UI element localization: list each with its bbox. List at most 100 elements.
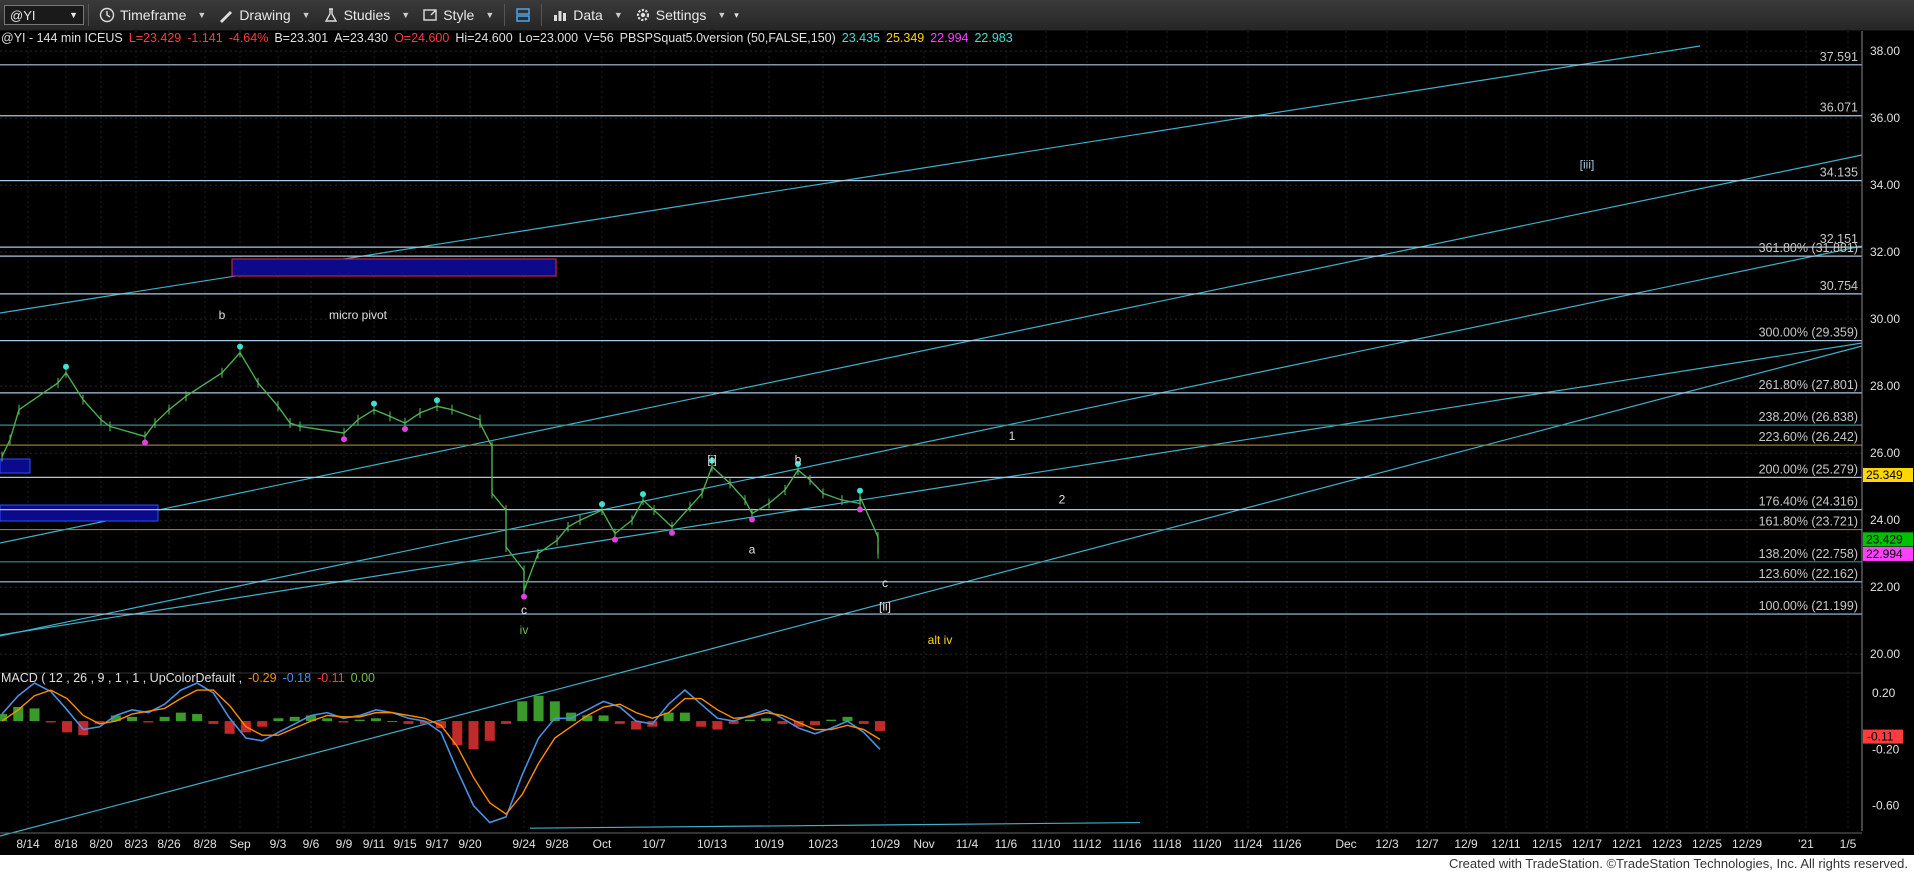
gear-icon [636, 8, 649, 22]
style-icon [423, 9, 437, 21]
studies-menu[interactable]: Studies ▼ [317, 0, 417, 30]
studies-label: Studies [343, 7, 391, 23]
header-segment: 23.435 [842, 31, 880, 45]
wave-label: b [219, 308, 226, 322]
drawing-label: Drawing [239, 7, 291, 23]
header-segment: V=56 [584, 31, 614, 45]
y-tick-label: 36.00 [1870, 111, 1900, 125]
wave-label: alt iv [928, 633, 953, 647]
y-tick-label: 30.00 [1870, 312, 1900, 326]
macd-line [1, 682, 881, 824]
settings-menu[interactable]: Settings ▼ [629, 0, 733, 30]
x-tick-label: 12/15 [1532, 837, 1562, 851]
price-axis[interactable]: 20.00 22.00 24.00 26.00 28.00 30.00 32.00 34.00… [1861, 31, 1913, 831]
signal-line [1, 689, 881, 816]
wave-label: [iii] [1580, 157, 1595, 171]
layout-button[interactable] [509, 0, 537, 30]
header-segment: 22.994 [930, 31, 968, 45]
header-segment: 22.983 [974, 31, 1012, 45]
wave-label: a [749, 543, 756, 557]
toolbar-divider [541, 4, 543, 26]
toolbar-divider [88, 4, 89, 26]
macd-header: MACD ( 12 , 26 , 9 , 1 , 1 , UpColorDefa… [1, 671, 375, 685]
macd-tick-label: -0.60 [1872, 799, 1900, 813]
chart-canvas[interactable]: 37.59136.07134.13532.151361.80% (31.881)… [0, 31, 1914, 855]
copyright-text: Created with TradeStation. ©TradeStation… [1448, 856, 1908, 871]
macd-histogram-bar [517, 701, 528, 722]
macd-histogram-bar [614, 721, 625, 724]
swing-low-dot [857, 506, 863, 513]
x-tick-label: 8/14 [16, 837, 40, 851]
x-tick-label: Oct [593, 837, 612, 851]
wave-label: micro pivot [329, 308, 388, 322]
wave-label: c [521, 603, 527, 617]
x-tick-label: 8/23 [124, 837, 148, 851]
x-tick-label: 12/21 [1612, 837, 1642, 851]
symbol-value: @YI [10, 7, 36, 23]
x-tick-label: '21 [1798, 837, 1814, 851]
timeframe-label: Timeframe [120, 7, 187, 23]
symbol-selector[interactable]: @YI ▼ [4, 5, 84, 25]
header-segment: O=24.600 [394, 31, 449, 45]
x-tick-label: Sep [229, 837, 251, 851]
x-tick-label: 12/9 [1454, 837, 1478, 851]
fib-levels: 37.59136.07134.13532.151361.80% (31.881)… [0, 50, 1862, 615]
macd-histogram-bar [45, 721, 56, 723]
fib-label: 223.60% (26.242) [1759, 430, 1858, 444]
data-label: Data [573, 7, 603, 23]
macd-header-segment: -0.29 [248, 671, 277, 685]
fib-label: 138.20% (22.758) [1759, 547, 1858, 561]
y-tick-label: 32.00 [1870, 245, 1900, 259]
drawing-menu[interactable]: Drawing ▼ [212, 0, 316, 30]
macd-histogram-bar [143, 721, 154, 723]
footer: Created with TradeStation. ©TradeStation… [0, 855, 1914, 873]
chevron-down-icon: ▼ [197, 10, 207, 20]
chevron-down-icon: ▼ [717, 10, 727, 20]
swing-low-dot [669, 529, 675, 536]
x-tick-label: 11/26 [1272, 837, 1301, 851]
style-menu[interactable]: Style ▼ [416, 0, 500, 30]
time-axis[interactable]: 8/14 8/18 8/20 8/23 8/26 8/28 Sep 9/3 9/6 9/9 9/11… [0, 832, 1862, 851]
macd-histogram-bar [809, 721, 820, 726]
timeframe-menu[interactable]: Timeframe ▼ [93, 0, 212, 30]
x-tick-label: 10/13 [697, 837, 727, 851]
macd-histogram-bar [289, 716, 300, 722]
chevron-down-icon: ▼ [613, 10, 623, 20]
toolbar-divider [504, 4, 506, 26]
price-tag-label: 22.994 [1866, 547, 1903, 561]
fib-label: 100.00% (21.199) [1759, 599, 1858, 613]
x-tick-label: 9/9 [336, 837, 353, 851]
data-menu[interactable]: Data ▼ [546, 0, 629, 30]
macd-header-segment: -0.18 [283, 671, 312, 685]
wave-label: b [795, 452, 802, 466]
x-tick-label: 11/12 [1072, 837, 1101, 851]
x-tick-label: Dec [1335, 837, 1356, 851]
x-tick-label: 11/18 [1152, 837, 1181, 851]
fib-label: 200.00% (25.279) [1759, 462, 1858, 476]
micro-pivot-box [231, 258, 557, 277]
wave-label: 2 [1059, 492, 1066, 506]
macd-histogram-bar [826, 719, 837, 722]
macd-histogram-bar [501, 721, 512, 724]
y-tick-label: 22.00 [1870, 580, 1900, 594]
macd-trend-line [529, 821, 1141, 829]
wave-label: 1 [1009, 429, 1016, 443]
swing-low-dot [341, 436, 347, 443]
y-tick-label: 38.00 [1870, 44, 1900, 58]
macd-histogram-bar [696, 721, 707, 727]
trend-line [0, 245, 1863, 637]
x-tick-label: 8/20 [89, 837, 113, 851]
header-segment: @YI - 144 min ICEUS [1, 31, 123, 45]
chevron-down-icon: ▼ [401, 10, 411, 20]
price-series [1, 343, 879, 600]
macd-header-segment: 0.00 [351, 671, 375, 685]
macd-header-segment: -0.11 [317, 671, 345, 685]
macd-tick-label: 0.20 [1872, 686, 1896, 700]
fib-label: 36.071 [1820, 101, 1858, 115]
fib-label: 176.40% (24.316) [1759, 495, 1858, 509]
x-tick-label: 8/26 [157, 837, 181, 851]
overflow-icon[interactable]: ▾ [734, 10, 739, 21]
y-tick-label: 20.00 [1870, 647, 1900, 661]
clock-icon [99, 7, 115, 23]
fib-label: 123.60% (22.162) [1759, 567, 1858, 581]
